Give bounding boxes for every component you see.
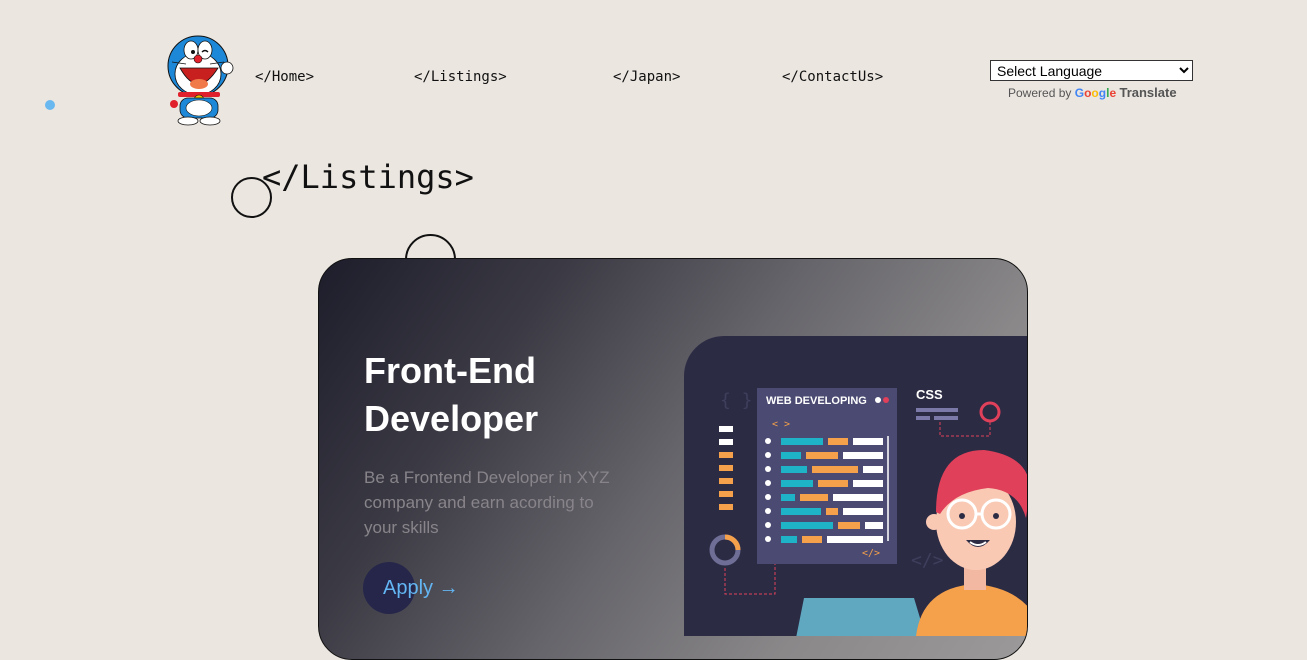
nav-japan-link[interactable]: </Japan> — [613, 69, 680, 85]
apply-button-label[interactable]: Apply → — [383, 577, 459, 600]
language-select[interactable]: Select Language — [990, 60, 1193, 81]
list-icon — [719, 426, 733, 510]
google-logo: Google — [1074, 86, 1117, 100]
powered-by-google: Powered by Google Translate — [1008, 85, 1194, 100]
nav-home-link[interactable]: </Home> — [255, 69, 314, 85]
job-title: Front-End Developer — [364, 350, 539, 439]
ghost-tag-icon: </> — [911, 550, 944, 571]
angle-tag: < > — [772, 419, 790, 430]
powered-by-text: Powered by — [1008, 86, 1072, 100]
page-title: </Listings> — [262, 158, 474, 196]
css-label: CSS — [916, 387, 943, 402]
developer-avatar-icon — [916, 450, 1027, 636]
web-developing-illustration: { } WEB DEVELOPING < > </> CSS </> — [684, 336, 1027, 636]
job-description: Be a Frontend Developer in XYZ company a… — [364, 468, 610, 537]
job-listing-card: Front-End Developer Be a Frontend Develo… — [318, 258, 1028, 660]
arrow-right-icon: → — [438, 577, 459, 599]
braces-icon: { } — [720, 390, 753, 411]
apply-text: Apply — [383, 577, 434, 599]
closing-tag: </> — [862, 548, 880, 559]
google-translate-widget: Select Language Powered by Google Transl… — [990, 60, 1194, 100]
panel-title: WEB DEVELOPING — [766, 395, 867, 407]
doraemon-logo[interactable] — [164, 32, 236, 126]
decorative-ring — [231, 177, 272, 218]
nav-listings-link[interactable]: </Listings> — [414, 69, 507, 85]
cursor-dot — [45, 100, 55, 110]
nav-contact-link[interactable]: </ContactUs> — [782, 69, 883, 85]
translate-link[interactable]: Translate — [1119, 85, 1176, 100]
